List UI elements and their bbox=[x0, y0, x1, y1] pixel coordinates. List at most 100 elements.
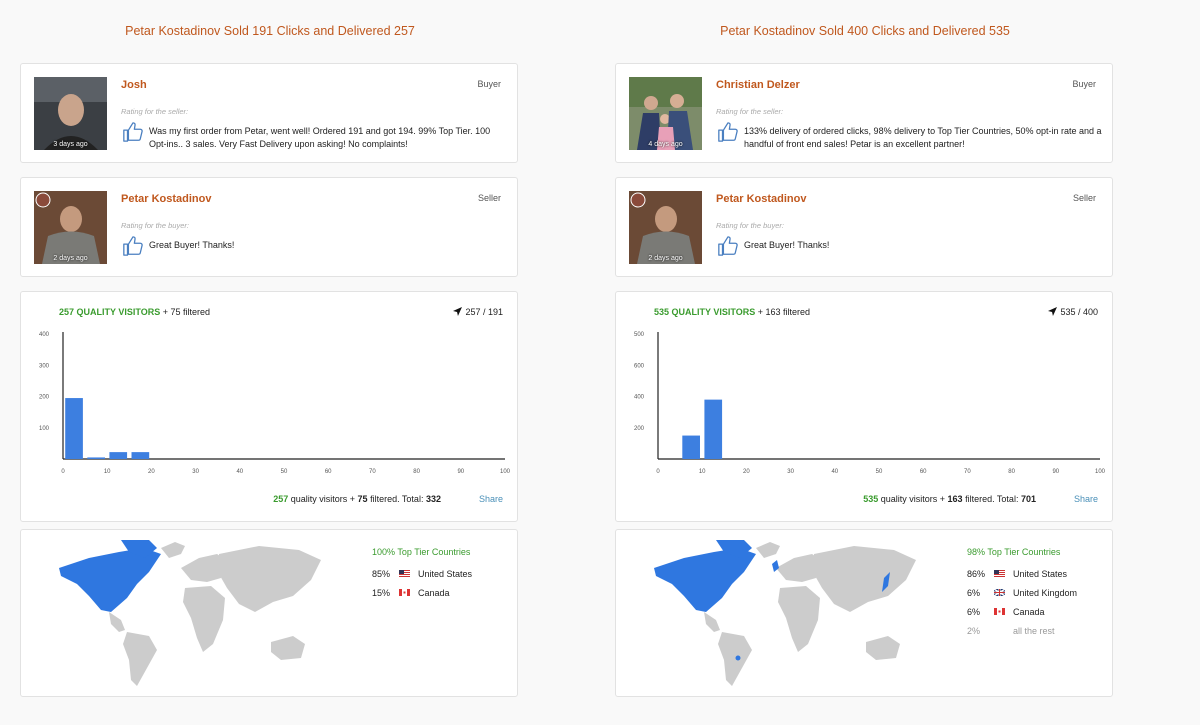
country-row: 85% United States bbox=[372, 569, 512, 588]
review-comment: 133% delivery of ordered clicks, 98% del… bbox=[744, 126, 1102, 149]
bar bbox=[109, 452, 128, 459]
quality-visitors-label: 257 QUALITY VISITORS bbox=[59, 307, 161, 317]
y-tick-label: 200 bbox=[39, 395, 50, 401]
canada-flag-icon bbox=[994, 608, 1005, 615]
avatar-photo bbox=[629, 77, 702, 150]
country-name: Canada bbox=[418, 588, 450, 598]
us-flag-icon bbox=[399, 570, 410, 577]
avatar[interactable]: 2 days ago bbox=[34, 191, 107, 264]
map-greenland-east bbox=[756, 542, 780, 558]
country-percent: 6% bbox=[967, 588, 981, 598]
countries-card: 100% Top Tier Countries 85% United State… bbox=[20, 529, 518, 697]
x-tick-label: 40 bbox=[831, 469, 838, 475]
total-count: 332 bbox=[425, 494, 441, 504]
review-age: 2 days ago bbox=[648, 255, 683, 262]
country-row: 15% Canada bbox=[372, 588, 512, 607]
total-quality-suffix: quality visitors + bbox=[290, 494, 356, 504]
order-title: Petar Kostadinov Sold 191 Clicks and Del… bbox=[125, 24, 415, 38]
delivery-ratio: 535 / 400 bbox=[1048, 307, 1098, 317]
navigation-arrow-icon bbox=[1048, 307, 1058, 316]
rating-label: Rating for the seller: bbox=[716, 107, 784, 116]
quality-summary: 257 QUALITY VISITORS + 75 filtered bbox=[59, 307, 210, 317]
map-australia bbox=[866, 636, 900, 660]
x-tick-label: 80 bbox=[1008, 469, 1015, 475]
rating-label: Rating for the buyer: bbox=[121, 221, 189, 230]
reviewer-name[interactable]: Petar Kostadinov bbox=[716, 193, 806, 205]
delivery-ratio: 257 / 191 bbox=[453, 307, 503, 317]
quality-summary: 535 QUALITY VISITORS + 163 filtered bbox=[654, 307, 810, 317]
totals-line: 257 quality visitors + 75 filtered. Tota… bbox=[21, 494, 441, 504]
country-percent: 86% bbox=[967, 569, 986, 579]
map-south-america bbox=[123, 632, 157, 686]
quality-visitors-label: 535 QUALITY VISITORS bbox=[654, 307, 756, 317]
x-tick-label: 90 bbox=[1052, 469, 1059, 475]
map-asia bbox=[814, 546, 916, 612]
total-quality: 257 bbox=[273, 494, 289, 504]
total-filtered: 75 bbox=[357, 494, 368, 504]
avatar[interactable]: 3 days ago bbox=[34, 77, 107, 150]
seller-review-card: 2 days ago Petar Kostadinov Seller Ratin… bbox=[20, 177, 518, 277]
bar-chart: 100 200 300 400 0 10 20 30 40 50 60 70 80 90 100 bbox=[39, 332, 511, 475]
reviewer-name[interactable]: Christian Delzer bbox=[716, 79, 800, 91]
bar bbox=[704, 399, 723, 459]
world-map bbox=[59, 540, 321, 686]
countries-card: 98% Top Tier Countries 86% United States… bbox=[615, 529, 1113, 697]
country-row: 2% all the rest bbox=[967, 626, 1107, 645]
traffic-chart-card: 257 QUALITY VISITORS + 75 filtered 257 /… bbox=[20, 291, 518, 522]
country-percent: 85% bbox=[372, 569, 391, 579]
x-tick-label: 100 bbox=[500, 469, 511, 475]
x-tick-label: 50 bbox=[281, 469, 288, 475]
country-name: United Kingdom bbox=[1013, 588, 1078, 598]
review-age: 2 days ago bbox=[53, 255, 88, 262]
thumbs-up-icon bbox=[718, 236, 738, 256]
reviewer-role: Buyer bbox=[477, 79, 501, 89]
x-tick-label: 60 bbox=[325, 469, 332, 475]
bar bbox=[131, 452, 150, 459]
map-north-america bbox=[654, 548, 756, 612]
reviewer-name[interactable]: Petar Kostadinov bbox=[121, 193, 211, 205]
map-australia bbox=[271, 636, 305, 660]
rating-label: Rating for the seller: bbox=[121, 107, 189, 116]
country-row: 6% United Kingdom bbox=[967, 588, 1107, 607]
buyer-review-card: 3 days ago Josh Buyer Rating for the sel… bbox=[20, 63, 518, 163]
map-africa bbox=[778, 586, 820, 652]
total-count: 701 bbox=[1020, 494, 1036, 504]
x-tick-label: 100 bbox=[1095, 469, 1106, 475]
x-tick-label: 20 bbox=[148, 469, 155, 475]
delivery-ratio-value: 535 / 400 bbox=[1060, 307, 1098, 317]
total-filtered-suffix: filtered. Total: bbox=[370, 494, 424, 504]
country-list: 86% United States 6% United Kingdom 6% C… bbox=[967, 569, 1107, 645]
reviewer-role: Seller bbox=[477, 193, 501, 203]
avatar[interactable]: 4 days ago bbox=[629, 77, 702, 150]
country-name: all the rest bbox=[1013, 626, 1055, 636]
x-tick-label: 90 bbox=[457, 469, 464, 475]
reviewer-name[interactable]: Josh bbox=[121, 79, 147, 91]
y-tick-label: 600 bbox=[634, 363, 645, 369]
total-filtered-suffix: filtered. Total: bbox=[965, 494, 1019, 504]
totals-line: 535 quality visitors + 163 filtered. Tot… bbox=[616, 494, 1036, 504]
buyer-review-card: 4 days ago Christian Delzer Buyer Rating… bbox=[615, 63, 1113, 163]
share-link[interactable]: Share bbox=[1074, 494, 1098, 504]
x-tick-label: 20 bbox=[743, 469, 750, 475]
x-tick-label: 0 bbox=[656, 469, 660, 475]
total-filtered: 163 bbox=[947, 494, 963, 504]
us-flag-icon bbox=[994, 570, 1005, 577]
avatar-photo bbox=[34, 191, 107, 264]
bar bbox=[87, 457, 105, 459]
world-map bbox=[654, 540, 916, 686]
x-tick-label: 40 bbox=[236, 469, 243, 475]
avatar[interactable]: 2 days ago bbox=[629, 191, 702, 264]
traffic-chart-card: 535 QUALITY VISITORS + 163 filtered 535 … bbox=[615, 291, 1113, 522]
y-tick-label: 500 bbox=[634, 332, 645, 338]
map-central-america bbox=[109, 612, 125, 632]
review-age: 4 days ago bbox=[648, 141, 683, 148]
delivery-ratio-value: 257 / 191 bbox=[465, 307, 503, 317]
x-tick-label: 10 bbox=[104, 469, 111, 475]
x-tick-label: 10 bbox=[699, 469, 706, 475]
thumbs-up-icon bbox=[123, 236, 143, 256]
map-highlight-south-america bbox=[735, 655, 741, 661]
share-link[interactable]: Share bbox=[479, 494, 503, 504]
avatar-photo bbox=[629, 191, 702, 264]
filtered-label: + 163 filtered bbox=[757, 307, 811, 317]
review-comment: Was my first order from Petar, went well… bbox=[149, 126, 491, 149]
